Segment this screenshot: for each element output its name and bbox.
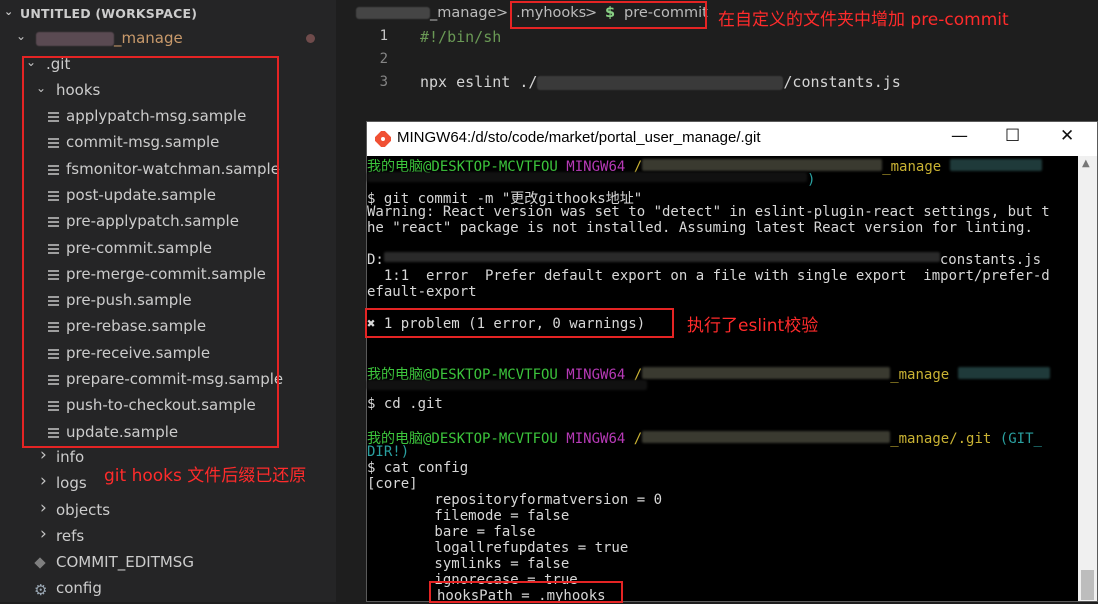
code-line-shebang[interactable]: #!/bin/sh (420, 28, 501, 46)
gear-icon: ⚙ (34, 581, 48, 599)
file-label: COMMIT_EDITMSG (56, 553, 194, 571)
config-line: filemode = false (367, 508, 570, 524)
prompt-line-wrap: ) (367, 172, 815, 188)
cmd-cat: $ cat config (367, 460, 469, 476)
folder-label: refs (56, 526, 85, 545)
redacted-text (537, 75, 784, 90)
cmd-cd: $ cd .git (367, 396, 443, 412)
tree-item-project[interactable]: ⌄ _manage (0, 26, 336, 52)
chevron-down-icon: ⌄ (16, 29, 27, 43)
maximize-button[interactable]: ☐ (1005, 126, 1020, 146)
file-label: config (56, 579, 102, 597)
close-button[interactable]: ✕ (1060, 126, 1074, 146)
tree-item-folder-refs[interactable]: › refs (0, 524, 336, 550)
annotation-box-hookspath (429, 581, 623, 603)
annotation-box-problem (365, 308, 674, 338)
annotation-box-breadcrumb (510, 1, 707, 29)
annotation-box-hooks (22, 56, 279, 448)
terminal-scrollbar[interactable]: ▲ (1078, 156, 1097, 601)
code-line-eslint[interactable]: npx eslint .//constants.js (420, 73, 901, 91)
eslint-error-line: efault-export (367, 284, 477, 300)
tree-item-folder-objects[interactable]: › objects (0, 498, 336, 524)
git-bash-icon (375, 131, 391, 147)
redacted-text (36, 31, 114, 46)
redacted-text (356, 7, 430, 19)
warning-line: Warning: React version was set to "detec… (367, 204, 1050, 220)
tree-item-config[interactable]: ⚙ config (0, 576, 336, 602)
warning-line: he "react" package is not installed. Ass… (367, 220, 1033, 236)
folder-label: objects (56, 500, 111, 519)
tree-item-commit-editmsg[interactable]: COMMIT_EDITMSG (0, 550, 336, 576)
minimize-button[interactable]: — (951, 126, 968, 146)
project-name: _manage (114, 29, 183, 47)
breadcrumb-separator: > (496, 5, 509, 21)
prompt-line-wrap: DIR!) (367, 444, 410, 460)
prompt-line-wrap (367, 380, 647, 396)
breadcrumb-project[interactable]: _manage (356, 5, 496, 21)
annotation-eslint-note: 执行了eslint校验 (687, 316, 819, 336)
explorer-sidebar: ⌄ UNTITLED (WORKSPACE) ⌄ _manage ⌄ .git … (0, 0, 336, 602)
line-number: 1 (379, 28, 388, 44)
line-number: 3 (379, 74, 388, 90)
file-icon (34, 557, 46, 569)
chevron-down-icon: ⌄ (4, 5, 14, 18)
config-section: [core] (367, 476, 418, 492)
annotation-precommit-note: 在自定义的文件夹中增加 pre-commit (718, 10, 1009, 30)
eslint-file-line: D: constants.js (367, 252, 1042, 268)
modified-dot-icon (306, 34, 315, 43)
workspace-header[interactable]: ⌄ UNTITLED (WORKSPACE) (0, 0, 336, 26)
folder-label: info (56, 448, 85, 466)
workspace-title: UNTITLED (WORKSPACE) (20, 6, 198, 21)
chevron-right-icon: › (40, 497, 47, 518)
config-line: bare = false (367, 524, 536, 540)
terminal-title: MINGW64:/d/sto/code/market/portal_user_m… (397, 129, 761, 146)
chevron-right-icon: › (40, 523, 47, 544)
folder-label: logs (56, 474, 87, 493)
config-line: symlinks = false (367, 556, 570, 572)
scroll-thumb[interactable] (1081, 570, 1094, 600)
prompt-line: 我的电脑@DESKTOP-MCVTFOU MINGW64 / _manage/.… (367, 431, 1042, 447)
mingw-terminal-window[interactable]: MINGW64:/d/sto/code/market/portal_user_m… (365, 121, 1098, 604)
line-number: 2 (379, 51, 388, 67)
terminal-titlebar[interactable]: MINGW64:/d/sto/code/market/portal_user_m… (367, 122, 1097, 156)
eslint-error-line: 1:1 error Prefer default export on a fil… (367, 268, 1050, 284)
scroll-up-icon[interactable]: ▲ (1082, 158, 1090, 169)
config-line: logallrefupdates = true (367, 540, 629, 556)
annotation-hooks-note: git hooks 文件后缀已还原 (104, 466, 307, 486)
config-line: repositoryformatversion = 0 (367, 492, 663, 508)
chevron-right-icon: › (40, 445, 47, 465)
chevron-right-icon: › (40, 471, 47, 492)
